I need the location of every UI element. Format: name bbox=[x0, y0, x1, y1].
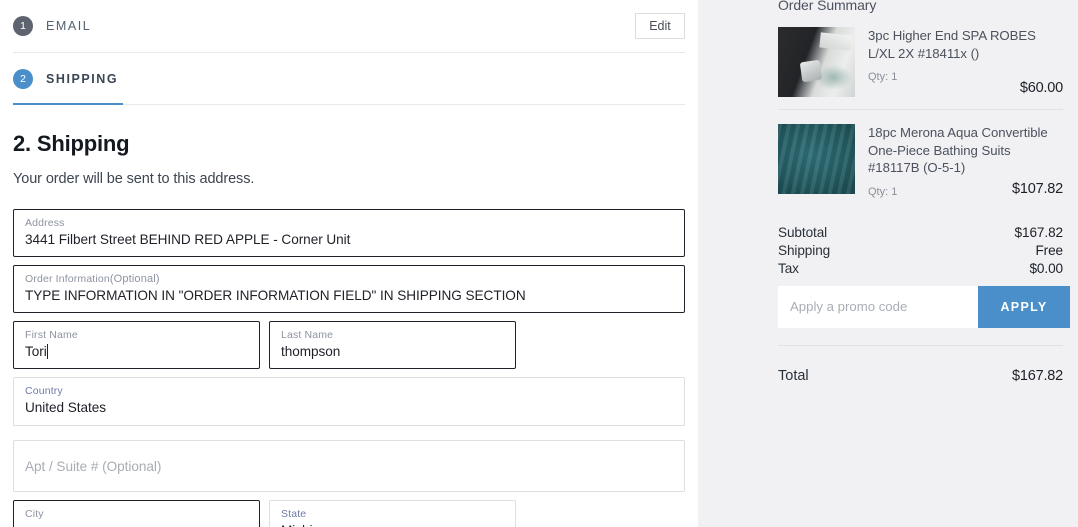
step-email[interactable]: 1 EMAIL Edit bbox=[13, 0, 685, 52]
order-summary-title: Order Summary bbox=[778, 0, 877, 13]
order-item: 18pc Merona Aqua Convertible One-Piece B… bbox=[778, 109, 1063, 210]
tax-value: $0.00 bbox=[1029, 260, 1063, 276]
state-label: State bbox=[281, 508, 307, 520]
product-price: $60.00 bbox=[1019, 80, 1063, 96]
country-label: Country bbox=[25, 385, 63, 397]
tab-underline-active bbox=[13, 102, 123, 105]
step-label-email: EMAIL bbox=[46, 19, 92, 33]
city-label: City bbox=[25, 508, 44, 520]
totals-divider bbox=[778, 344, 1063, 346]
shipping-form: Address 3441 Filbert Street BEHIND RED A… bbox=[13, 209, 685, 527]
step-label-shipping: SHIPPING bbox=[46, 72, 119, 86]
totals-row-subtotal: Subtotal $167.82 bbox=[778, 224, 1063, 242]
product-price: $107.82 bbox=[1011, 180, 1063, 197]
order-summary-panel: Order Summary 3pc Higher End SPA ROBES L… bbox=[698, 0, 1078, 527]
subtotal-label: Subtotal bbox=[778, 224, 828, 240]
address-field[interactable]: Address 3441 Filbert Street BEHIND RED A… bbox=[13, 209, 685, 257]
first-name-field[interactable]: First Name Tori bbox=[13, 321, 260, 369]
product-thumbnail-image bbox=[778, 27, 855, 97]
shipping-value: Free bbox=[1035, 242, 1063, 258]
step-number-badge-shipping: 2 bbox=[13, 69, 33, 89]
apt-suite-field[interactable]: Apt / Suite # (Optional) bbox=[13, 440, 685, 492]
page-subtitle: Your order will be sent to this address. bbox=[13, 171, 255, 187]
city-state-row: City State Michigan bbox=[13, 500, 685, 527]
last-name-field[interactable]: Last Name thompson bbox=[269, 321, 516, 369]
product-name: 3pc Higher End SPA ROBES L/XL 2X #18411x… bbox=[868, 28, 1036, 61]
subtotal-value: $167.82 bbox=[1014, 224, 1064, 240]
apply-promo-button[interactable]: APPLY bbox=[978, 285, 1070, 328]
last-name-label: Last Name bbox=[281, 329, 334, 341]
order-information-optional-tag: (Optional) bbox=[109, 273, 160, 285]
edit-email-button[interactable]: Edit bbox=[635, 13, 685, 39]
grand-total-row: Total $167.82 bbox=[778, 368, 1063, 384]
tax-label: Tax bbox=[778, 260, 799, 276]
promo-code-input[interactable] bbox=[778, 285, 978, 328]
totals-row-shipping: Shipping Free bbox=[778, 242, 1063, 260]
checkout-column: 1 EMAIL Edit 2 SHIPPING 2. Shipping Your… bbox=[0, 0, 698, 527]
product-name: 18pc Merona Aqua Convertible One-Piece B… bbox=[868, 125, 1048, 175]
page-title: 2. Shipping bbox=[13, 131, 130, 156]
promo-code-row: APPLY bbox=[778, 285, 1070, 328]
state-field[interactable]: State Michigan bbox=[269, 500, 516, 527]
order-information-label: Order Information(Optional) bbox=[25, 273, 160, 285]
totals-list: Subtotal $167.82 Shipping Free Tax $0.00… bbox=[778, 224, 1070, 384]
city-field[interactable]: City bbox=[13, 500, 260, 527]
last-name-value: thompson bbox=[281, 344, 341, 359]
first-name-label: First Name bbox=[25, 329, 78, 341]
country-field[interactable]: Country United States bbox=[13, 377, 685, 426]
name-row: First Name Tori Last Name thompson bbox=[13, 321, 685, 377]
totals-row-tax: Tax $0.00 bbox=[778, 260, 1063, 278]
order-information-field[interactable]: Order Information(Optional) TYPE INFORMA… bbox=[13, 265, 685, 313]
address-label: Address bbox=[25, 217, 65, 229]
grand-total-value: $167.82 bbox=[1011, 367, 1063, 384]
first-name-value: Tori bbox=[25, 342, 248, 362]
checkout-page: 1 EMAIL Edit 2 SHIPPING 2. Shipping Your… bbox=[0, 0, 1078, 527]
product-thumbnail-image bbox=[778, 124, 855, 194]
state-value: Michigan bbox=[281, 521, 504, 527]
apt-suite-placeholder: Apt / Suite # (Optional) bbox=[25, 458, 162, 474]
order-information-value: TYPE INFORMATION IN "ORDER INFORMATION F… bbox=[25, 288, 526, 303]
step-shipping[interactable]: 2 SHIPPING bbox=[13, 53, 685, 105]
address-value: 3441 Filbert Street BEHIND RED APPLE - C… bbox=[25, 232, 351, 247]
country-value: United States bbox=[25, 400, 106, 415]
order-item: 3pc Higher End SPA ROBES L/XL 2X #18411x… bbox=[778, 13, 1063, 109]
step-number-badge-email: 1 bbox=[13, 16, 33, 36]
shipping-label: Shipping bbox=[778, 242, 831, 258]
grand-total-label: Total bbox=[778, 367, 809, 384]
